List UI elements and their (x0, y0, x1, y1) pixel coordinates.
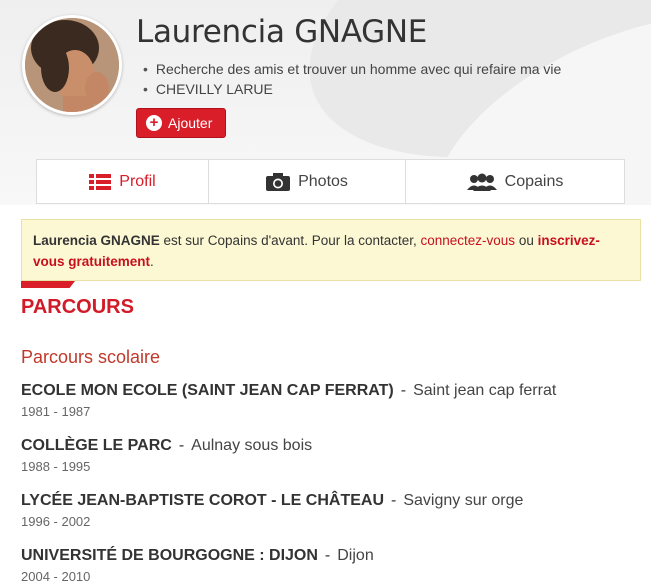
tab-copains-label: Copains (504, 172, 564, 190)
school-city: Saint jean cap ferrat (413, 382, 557, 399)
plus-icon: + (146, 115, 162, 131)
school-entry: LYCÉE JEAN-BAPTISTE COROT - LE CHÂTEAU - S… (21, 492, 524, 529)
tab-photos[interactable]: Photos (208, 160, 405, 203)
notice-name: Laurencia GNAGNE (33, 233, 160, 248)
school-entry: UNIVERSITÉ DE BOURGOGNE : DIJON - Dijon 20… (21, 547, 374, 584)
school-years: 1996 - 2002 (21, 514, 91, 529)
people-icon (466, 173, 497, 191)
add-friend-label: Ajouter (168, 115, 213, 131)
profile-tabs: Profil Photos Copains (36, 159, 625, 204)
school-name: ECOLE MON ECOLE (SAINT JEAN CAP FERRAT) (21, 382, 394, 399)
camera-icon (266, 172, 291, 191)
login-link[interactable]: connectez-vous (421, 233, 516, 248)
tab-copains[interactable]: Copains (405, 160, 624, 203)
list-icon (89, 173, 112, 190)
tab-profil[interactable]: Profil (37, 160, 208, 203)
profile-tagline: Recherche des amis et trouver un homme a… (143, 59, 561, 79)
school-name: UNIVERSITÉ DE BOURGOGNE : DIJON (21, 547, 318, 564)
school-name: LYCÉE JEAN-BAPTISTE COROT - LE CHÂTEAU (21, 492, 384, 509)
profile-info-list: Recherche des amis et trouver un homme a… (143, 59, 561, 99)
section-accent-bar (21, 281, 75, 288)
subsection-title-scolaire: Parcours scolaire (21, 347, 161, 367)
notice-text-end: . (150, 254, 154, 269)
school-city: Dijon (337, 547, 374, 564)
tab-photos-label: Photos (298, 172, 348, 190)
school-name: COLLÈGE LE PARC (21, 437, 172, 454)
notice-text: est sur Copains d'avant. Pour la contact… (159, 233, 421, 248)
notice-text-or: ou (515, 233, 538, 248)
school-years: 1988 - 1995 (21, 459, 91, 474)
add-friend-button[interactable]: + Ajouter (136, 108, 226, 138)
school-city: Savigny sur orge (403, 492, 524, 509)
section-title-parcours: PARCOURS (21, 296, 134, 318)
school-years: 1981 - 1987 (21, 404, 91, 419)
profile-name: Laurencia GNAGNE (136, 14, 428, 50)
school-entry: ECOLE MON ECOLE (SAINT JEAN CAP FERRAT) -… (21, 382, 557, 419)
login-notice: Laurencia GNAGNE est sur Copains d'avant… (21, 219, 641, 281)
school-city: Aulnay sous bois (191, 437, 313, 454)
school-years: 2004 - 2010 (21, 569, 91, 584)
tab-profil-label: Profil (119, 172, 156, 190)
avatar (22, 15, 122, 115)
profile-location: CHEVILLY LARUE (143, 79, 561, 99)
school-entry: COLLÈGE LE PARC - Aulnay sous bois 1988 - … (21, 437, 313, 474)
